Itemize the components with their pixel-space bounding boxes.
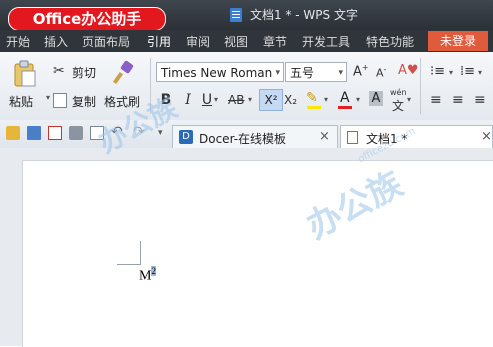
copy-icon: [53, 93, 67, 108]
save-icon[interactable]: [27, 126, 41, 140]
close-icon[interactable]: ×: [481, 129, 492, 144]
login-button[interactable]: 未登录: [428, 31, 488, 51]
close-icon[interactable]: ×: [319, 129, 330, 144]
menu-start[interactable]: 开始: [6, 33, 30, 50]
print-icon[interactable]: [69, 126, 83, 140]
chevron-down-icon: ▾: [275, 68, 280, 78]
align-center-icon[interactable]: ≡: [452, 92, 464, 108]
clear-format-icon[interactable]: A♥: [398, 63, 419, 78]
selected-superscript: 2: [151, 266, 156, 276]
subscript-button[interactable]: X₂: [284, 93, 297, 107]
font-size-value: 五号: [290, 66, 315, 80]
document-text[interactable]: M2: [139, 266, 156, 285]
highlight-color-bar: [307, 106, 321, 109]
highlight-pen-icon[interactable]: ✎: [306, 90, 318, 106]
menu-developer[interactable]: 开发工具: [302, 33, 350, 50]
menu-special-features[interactable]: 特色功能: [366, 33, 414, 50]
export-pdf-icon[interactable]: [48, 126, 62, 140]
numbered-list-icon[interactable]: ⁞≡: [460, 64, 475, 79]
wps-document-icon: [230, 8, 242, 22]
scissors-icon: ✂: [53, 63, 65, 79]
font-color-button[interactable]: A: [340, 90, 350, 106]
shrink-font-icon[interactable]: A-: [376, 65, 386, 80]
font-size-select[interactable]: 五号 ▾: [285, 62, 347, 82]
margin-corner-mark: [117, 264, 141, 265]
paste-icon[interactable]: [13, 60, 37, 88]
font-color-chevron-down-icon[interactable]: ▾: [356, 95, 360, 104]
bullet-chevron-down-icon[interactable]: ▾: [449, 68, 453, 77]
align-left-icon[interactable]: ≡: [430, 92, 442, 108]
menu-insert[interactable]: 插入: [44, 33, 68, 50]
menu-section[interactable]: 章节: [263, 33, 287, 50]
paste-dropdown-chevron-down-icon[interactable]: ▾: [46, 93, 50, 102]
character-shading-button[interactable]: A: [369, 91, 383, 106]
underline-chevron-down-icon[interactable]: ▾: [214, 95, 218, 104]
ribbon-divider: [420, 58, 421, 114]
margin-corner-mark: [140, 241, 141, 265]
phonetic-guide-icon[interactable]: 文: [392, 97, 404, 114]
text-base: M: [139, 268, 152, 284]
docer-icon: D: [179, 130, 193, 144]
tab-label: Docer-在线模板: [199, 132, 287, 146]
tab-docer-templates[interactable]: D Docer-在线模板 ×: [172, 125, 338, 148]
format-painter-icon[interactable]: [110, 60, 136, 86]
cut-button[interactable]: 剪切: [72, 64, 96, 81]
strikethrough-chevron-down-icon[interactable]: ▾: [248, 95, 252, 104]
window-title: 文档1 * - WPS 文字: [250, 8, 358, 22]
document-page[interactable]: [22, 160, 493, 347]
font-name-select[interactable]: Times New Roman ▾: [156, 62, 284, 82]
tab-document1[interactable]: 文档1 * ×: [340, 125, 493, 148]
phonetic-guide-label: wén: [390, 88, 407, 97]
superscript-button[interactable]: X²: [259, 89, 283, 111]
menu-review[interactable]: 审阅: [186, 33, 210, 50]
chevron-down-icon: ▾: [338, 68, 343, 78]
font-name-value: Times New Roman: [161, 66, 273, 80]
highlight-chevron-down-icon[interactable]: ▾: [324, 95, 328, 104]
menu-page-layout[interactable]: 页面布局: [82, 33, 130, 50]
document-icon: [347, 131, 358, 144]
office-helper-logo: Office办公助手: [8, 7, 166, 31]
menu-references[interactable]: 引用: [147, 33, 171, 50]
paste-button[interactable]: 粘贴: [9, 93, 33, 110]
grow-font-icon[interactable]: A+: [353, 63, 369, 79]
copy-button[interactable]: 复制: [72, 93, 96, 110]
align-right-icon[interactable]: ≡: [474, 92, 486, 108]
bullet-list-icon[interactable]: ⁝≡: [430, 64, 445, 79]
strikethrough-button[interactable]: AB: [228, 93, 244, 107]
numbered-chevron-down-icon[interactable]: ▾: [478, 68, 482, 77]
menu-view[interactable]: 视图: [224, 33, 248, 50]
italic-button[interactable]: I: [179, 92, 197, 108]
open-folder-icon[interactable]: [6, 126, 20, 140]
phonetic-chevron-down-icon[interactable]: ▾: [407, 95, 411, 104]
font-color-bar: [338, 106, 352, 109]
